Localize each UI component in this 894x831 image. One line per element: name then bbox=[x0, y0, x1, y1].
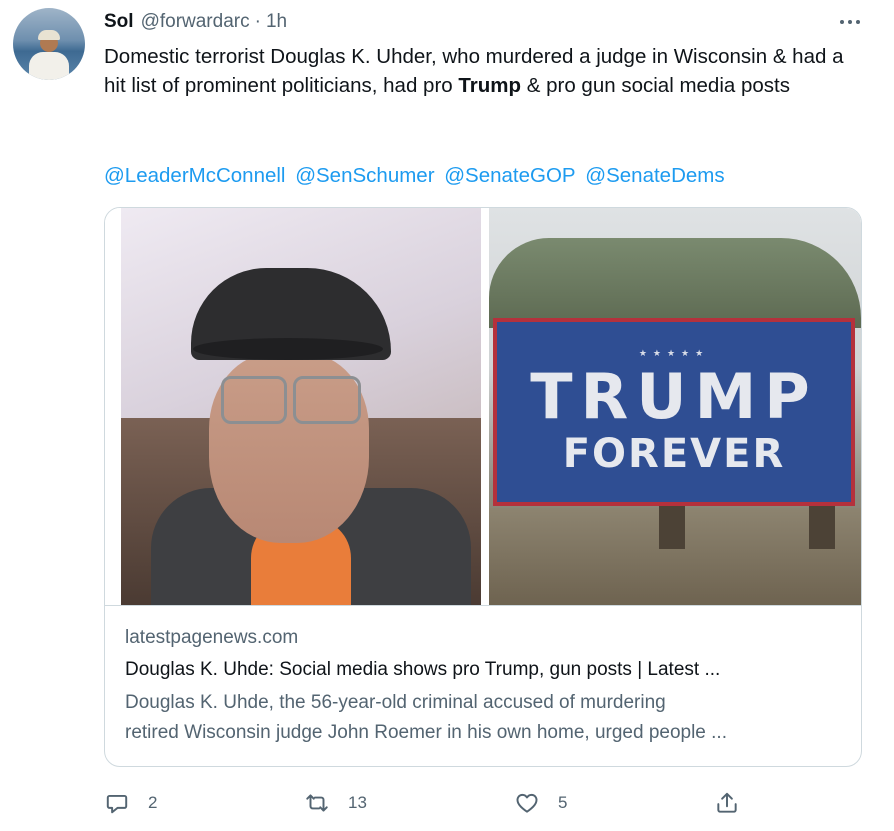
mentions: @LeaderMcConnell @SenSchumer @SenateGOP … bbox=[104, 161, 729, 190]
like-button[interactable]: 5 bbox=[514, 786, 567, 820]
mention-leadermcconnell[interactable]: @LeaderMcConnell bbox=[104, 164, 286, 187]
trump-sign: ★★★★★ TRUMP FOREVER bbox=[493, 318, 855, 506]
card-description: Douglas K. Uhde, the 56-year-old crimina… bbox=[125, 688, 845, 748]
reply-icon bbox=[106, 794, 128, 814]
card-meta[interactable]: latestpagenews.com Douglas K. Uhde: Soci… bbox=[105, 605, 861, 766]
like-icon bbox=[516, 793, 538, 813]
card-description-line: Douglas K. Uhde, the 56-year-old crimina… bbox=[125, 692, 666, 713]
card-domain: latestpagenews.com bbox=[125, 627, 299, 648]
tweet-header: Sol @forwardarc · 1h bbox=[104, 10, 287, 34]
tweet-text-bold: Trump bbox=[458, 74, 522, 97]
card-description-line: retired Wisconsin judge John Roemer in h… bbox=[125, 722, 727, 743]
tweet-text-part: & pro gun social media posts bbox=[521, 74, 790, 97]
share-icon bbox=[717, 792, 737, 813]
avatar-figure-body bbox=[29, 52, 69, 80]
card-title: Douglas K. Uhde: Social media shows pro … bbox=[125, 659, 721, 680]
avatar[interactable] bbox=[13, 8, 85, 80]
link-card[interactable]: ★★★★★ TRUMP FOREVER latestpagenews.com D… bbox=[104, 207, 862, 767]
retweet-icon bbox=[306, 794, 328, 812]
card-photo-man bbox=[121, 208, 481, 605]
reply-count: 2 bbox=[148, 793, 158, 812]
action-bar: 2 13 5 bbox=[104, 786, 744, 820]
retweet-count: 13 bbox=[348, 793, 367, 812]
author-handle[interactable]: @forwardarc bbox=[141, 11, 250, 33]
retweet-button[interactable]: 13 bbox=[304, 786, 367, 820]
card-photo-sign: ★★★★★ TRUMP FOREVER bbox=[489, 208, 861, 605]
author-name[interactable]: Sol bbox=[104, 11, 134, 33]
avatar-figure-cap bbox=[38, 30, 60, 40]
tweet: Sol @forwardarc · 1h Domestic terrorist … bbox=[0, 0, 894, 831]
more-options-icon[interactable] bbox=[836, 10, 864, 34]
timestamp[interactable]: 1h bbox=[266, 11, 287, 33]
like-count: 5 bbox=[558, 793, 568, 812]
sign-text-line2: FOREVER bbox=[562, 430, 786, 477]
share-button[interactable] bbox=[714, 786, 740, 820]
card-image[interactable]: ★★★★★ TRUMP FOREVER bbox=[105, 208, 861, 605]
mention-senategop[interactable]: @SenateGOP bbox=[444, 164, 575, 187]
mention-senatedems[interactable]: @SenateDems bbox=[585, 164, 724, 187]
separator-dot: · bbox=[254, 11, 261, 32]
tweet-text: Domestic terrorist Douglas K. Uhder, who… bbox=[104, 42, 864, 100]
mention-senschumer[interactable]: @SenSchumer bbox=[295, 164, 434, 187]
reply-button[interactable]: 2 bbox=[104, 786, 157, 820]
sign-text-line1: TRUMP bbox=[530, 359, 818, 433]
